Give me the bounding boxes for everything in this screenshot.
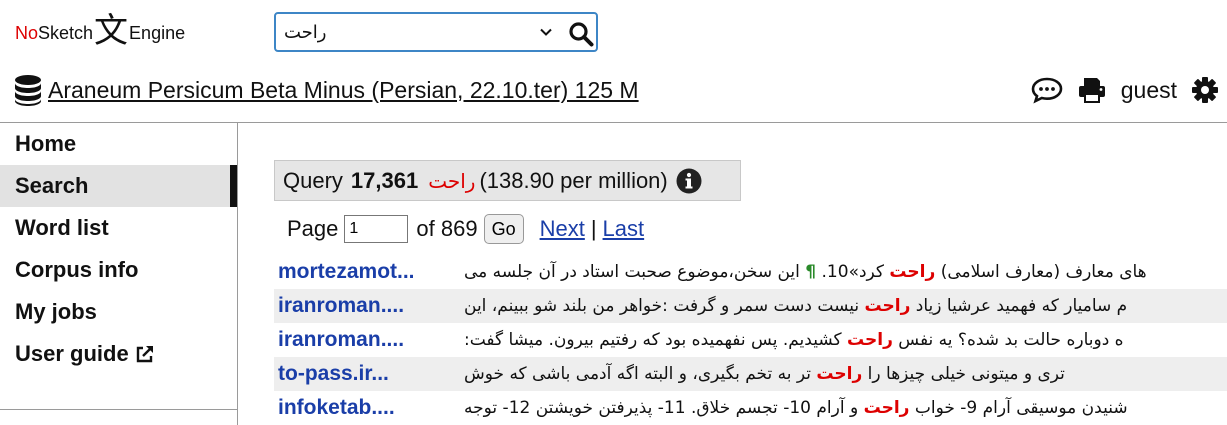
context-left: های معارف (معارف اسلامی)	[935, 262, 1147, 282]
gear-icon[interactable]	[1191, 76, 1219, 104]
logo-glyph: 文	[94, 11, 129, 51]
nosketch-engine-logo[interactable]: No Sketch 文 Engine	[15, 10, 185, 56]
query-summary: Query 17,361 راحت (138.90 per million)	[274, 160, 741, 201]
next-page-link[interactable]: Next	[540, 216, 585, 242]
concordance-context[interactable]: های معارف (معارف اسلامی) راحت کرد»10. ¶ …	[274, 255, 1227, 289]
query-label: Query	[283, 167, 343, 193]
pager-separator: |	[590, 216, 597, 241]
go-button[interactable]: Go	[483, 214, 524, 244]
sidebar-item-user-guide[interactable]: User guide	[0, 333, 237, 375]
sidebar-divider	[0, 409, 237, 410]
source-reference[interactable]: infoketab....	[278, 391, 395, 425]
page-label: Page	[287, 216, 339, 241]
table-row: های معارف (معارف اسلامی) راحت کرد»10. ¶ …	[274, 255, 1227, 289]
query-keyword: راحت	[428, 168, 476, 193]
sidebar-item-home[interactable]: Home	[0, 123, 237, 165]
sidebar-item-word-list[interactable]: Word list	[0, 207, 237, 249]
source-reference[interactable]: mortezamot...	[278, 255, 415, 289]
quick-search-input[interactable]	[282, 20, 532, 44]
last-page-link[interactable]: Last	[603, 216, 645, 242]
chevron-down-icon[interactable]	[538, 24, 554, 40]
concordance-context[interactable]: تری و میتونی خیلی چیزها را راحت تر به تخ…	[274, 357, 1227, 391]
search-icon[interactable]	[568, 21, 594, 47]
source-reference[interactable]: iranroman....	[278, 289, 404, 323]
concordance-lines: های معارف (معارف اسلامی) راحت کرد»10. ¶ …	[274, 255, 1227, 425]
corpus-selector[interactable]: Araneum Persicum Beta Minus (Persian, 22…	[14, 72, 639, 108]
context-left: شنیدن موسیقی آرام 9- خواب	[909, 398, 1128, 418]
page-number-input[interactable]	[344, 215, 409, 243]
source-reference[interactable]: iranroman....	[278, 323, 404, 357]
logo-engine: Engine	[129, 22, 186, 43]
sidebar-item-label: My jobs	[15, 299, 97, 324]
kwic-keyword[interactable]: راحت	[865, 296, 911, 316]
external-link-icon	[136, 346, 153, 363]
kwic-keyword[interactable]: راحت	[889, 262, 935, 282]
sidebar: Home Search Word list Corpus info My job…	[0, 123, 238, 425]
sidebar-item-label: Corpus info	[15, 257, 139, 282]
corpus-name-link[interactable]: Araneum Persicum Beta Minus (Persian, 22…	[48, 77, 639, 104]
kwic-keyword[interactable]: راحت	[864, 398, 910, 418]
concordance-context[interactable]: م سامیار که فهمید عرشیا زیاد راحت نیست د…	[274, 289, 1227, 323]
sidebar-item-label: Home	[15, 131, 77, 156]
table-row: تری و میتونی خیلی چیزها را راحت تر به تخ…	[274, 357, 1227, 391]
context-right: کرد»10.	[816, 262, 890, 282]
context-right: نیست دست سمر و گرفت :خواهر من بلند شو بب…	[464, 296, 865, 316]
context-right: و آرام 10- تجسم خلاق. 11- پذیرفتن خویشتن…	[464, 398, 864, 418]
pagination: Page of 869 Go Next | Last	[287, 212, 644, 246]
table-row: م سامیار که فهمید عرشیا زیاد راحت نیست د…	[274, 289, 1227, 323]
source-reference[interactable]: to-pass.ir...	[278, 357, 389, 391]
context-extra: این سخن،موضوع صحبت استاد در آن جلسه می	[464, 262, 806, 282]
sidebar-item-search[interactable]: Search	[0, 165, 237, 207]
logo-sketch: Sketch	[38, 22, 94, 43]
sidebar-item-label: User guide	[15, 341, 129, 366]
database-icon	[15, 75, 41, 106]
header-tools: guest	[1031, 72, 1219, 108]
logo-no: No	[15, 22, 39, 43]
feedback-chat-icon[interactable]	[1031, 76, 1063, 104]
sidebar-item-my-jobs[interactable]: My jobs	[0, 291, 237, 333]
page-count: of 869	[416, 216, 478, 241]
context-left: تری و میتونی خیلی چیزها را	[862, 364, 1065, 384]
print-icon[interactable]	[1077, 76, 1107, 104]
concordance-context[interactable]: ه دوباره حالت بد شده؟ یه نفس راحت کشیدیم…	[274, 323, 1227, 357]
user-name[interactable]: guest	[1121, 77, 1177, 104]
quick-search-box	[274, 12, 598, 52]
sidebar-item-corpus-info[interactable]: Corpus info	[0, 249, 237, 291]
kwic-keyword[interactable]: راحت	[847, 330, 893, 350]
paragraph-mark: ¶	[805, 262, 817, 282]
kwic-keyword[interactable]: راحت	[816, 364, 862, 384]
sidebar-item-label: Search	[15, 173, 89, 198]
concordance-context[interactable]: شنیدن موسیقی آرام 9- خواب راحت و آرام 10…	[274, 391, 1227, 425]
query-count: 17,361	[350, 167, 419, 193]
context-left: ه دوباره حالت بد شده؟ یه نفس	[892, 330, 1124, 350]
context-left: م سامیار که فهمید عرشیا زیاد	[910, 296, 1128, 316]
sidebar-item-label: Word list	[15, 215, 109, 240]
table-row: ه دوباره حالت بد شده؟ یه نفس راحت کشیدیم…	[274, 323, 1227, 357]
context-right: کشیدیم. پس نفهمیده بود که رفتیم بیرون. م…	[464, 330, 847, 350]
context-right: تر به تخم بگیری، و البته اگه آدمی باشی ک…	[464, 364, 817, 384]
query-per-million: (138.90 per million)	[479, 167, 668, 193]
table-row: شنیدن موسیقی آرام 9- خواب راحت و آرام 10…	[274, 391, 1227, 425]
info-icon[interactable]	[676, 168, 702, 194]
